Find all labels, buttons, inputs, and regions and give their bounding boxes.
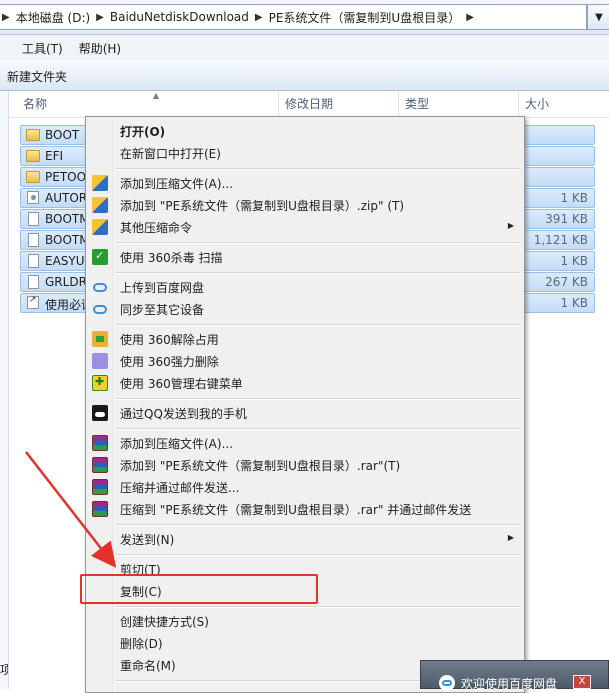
notification-text: 欢迎使用百度网盘 bbox=[461, 677, 558, 691]
baidu-notification[interactable]: 欢迎使用百度网盘 X bbox=[420, 660, 609, 691]
close-icon[interactable]: X bbox=[573, 675, 591, 689]
annotation-arrow-icon bbox=[25, 451, 117, 568]
